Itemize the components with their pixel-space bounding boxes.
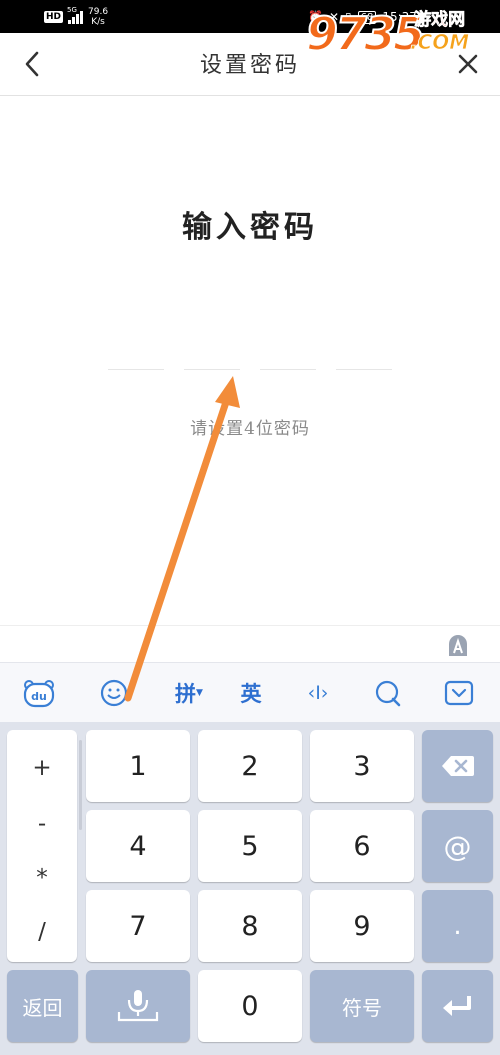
key-4[interactable]: 4 — [86, 810, 190, 882]
pin-slot-3[interactable] — [260, 369, 316, 370]
emoji-icon — [100, 679, 128, 707]
search-icon — [375, 680, 401, 707]
ime-toolbar: du 拼 ▼ 英 ‹I› — [0, 662, 500, 723]
network-speed-value: 79.6 — [88, 7, 109, 17]
emoji-button[interactable] — [94, 673, 134, 713]
return-label: 返回 — [22, 995, 63, 1020]
status-left: HD 5G 79.6 K/s — [44, 4, 108, 30]
caret-down-icon: ▼ — [196, 688, 203, 698]
cursor-move-button[interactable]: ‹I› — [298, 673, 338, 713]
key-1[interactable]: 1 — [86, 730, 190, 802]
dot-label: . — [453, 911, 462, 941]
key-7[interactable]: 7 — [86, 890, 190, 962]
watermark-com: .COM — [410, 30, 470, 55]
search-button[interactable] — [368, 673, 408, 713]
numeric-keyboard: + - * / 1 2 3 4 5 6 @ 7 8 9 . 返回 0 符号 — [0, 722, 500, 1055]
hide-keyboard-button[interactable] — [439, 673, 479, 713]
english-mode-button[interactable]: 英 — [231, 673, 271, 713]
voice-input-key[interactable] — [86, 970, 190, 1042]
enter-key[interactable] — [422, 970, 493, 1042]
network-speed: 79.6 K/s — [88, 7, 108, 27]
symbol-key-minus[interactable]: - — [7, 811, 77, 837]
key-5[interactable]: 5 — [198, 810, 302, 882]
watermark-cn: 游戏网 — [414, 10, 466, 31]
network-speed-unit: K/s — [91, 17, 105, 27]
backspace-icon — [441, 756, 474, 776]
english-label: 英 — [240, 682, 262, 706]
site-watermark-logo: 9735 游戏网 .COM — [305, 4, 496, 66]
hd-badge: HD — [44, 11, 64, 23]
symbol-column[interactable]: + - * / — [7, 730, 82, 962]
pin-slot-4[interactable] — [336, 369, 392, 370]
password-heading: 输入密码 — [182, 210, 318, 245]
backspace-key[interactable] — [422, 730, 493, 802]
key-0[interactable]: 0 — [198, 970, 302, 1042]
pinyin-label: 拼 — [175, 682, 197, 706]
key-6[interactable]: 6 — [310, 810, 414, 882]
key-3[interactable]: 3 — [310, 730, 414, 802]
pin-slot-2[interactable] — [184, 369, 240, 370]
key-8[interactable]: 8 — [198, 890, 302, 962]
signal-icon: 5G — [67, 6, 84, 24]
pinyin-mode-button[interactable]: 拼 ▼ — [164, 673, 214, 713]
at-key[interactable]: @ — [422, 810, 493, 882]
dot-key[interactable]: . — [422, 890, 493, 962]
svg-text:du: du — [31, 690, 47, 703]
watermark-digits: 9735 — [305, 6, 426, 62]
watermark-text: 游戏网 .COM — [410, 10, 470, 55]
ime-candidate-strip — [0, 625, 500, 663]
at-label: @ — [443, 829, 472, 863]
password-hint: 请设置4位密码 — [190, 419, 310, 439]
microphone-icon — [117, 990, 159, 1022]
symbol-key-slash[interactable]: / — [7, 919, 77, 945]
collapse-keyboard-icon — [444, 680, 474, 706]
key-2[interactable]: 2 — [198, 730, 302, 802]
arrow-head — [215, 376, 240, 408]
symbols-label: 符号 — [342, 995, 382, 1020]
symbol-key-asterisk[interactable]: * — [7, 865, 77, 891]
cursor-move-icon: ‹I› — [307, 682, 329, 704]
enter-icon — [442, 996, 471, 1016]
ime-assist-icon[interactable] — [445, 632, 471, 658]
baidu-bear-icon: du — [23, 680, 55, 708]
key-9[interactable]: 9 — [310, 890, 414, 962]
symbol-scrollbar[interactable] — [79, 740, 82, 830]
return-key[interactable]: 返回 — [7, 970, 78, 1042]
network-type: 5G — [67, 6, 77, 14]
symbol-key-plus[interactable]: + — [7, 755, 77, 781]
pin-slot-1[interactable] — [108, 369, 164, 370]
baidu-logo-button[interactable]: du — [19, 673, 59, 713]
symbols-key[interactable]: 符号 — [310, 970, 414, 1042]
